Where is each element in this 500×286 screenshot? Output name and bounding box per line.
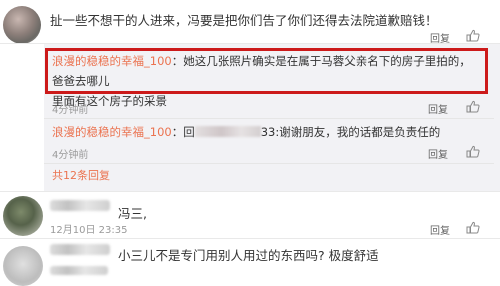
redacted-time [50, 266, 108, 275]
comment-time: 12月10日 23:35 [50, 225, 128, 236]
reply-time: 4分钟前 [52, 105, 89, 116]
reply-time: 4分钟前 [52, 150, 89, 161]
like-icon[interactable] [466, 221, 480, 234]
like-icon[interactable] [466, 145, 480, 158]
reply-button[interactable]: 回复 [430, 222, 450, 237]
redacted-username [50, 244, 110, 255]
reply-item: 浪漫的稳稳的幸福_100：回 33:谢谢朋友，我的话都是负责任的 [52, 125, 441, 139]
divider [44, 163, 494, 164]
like-icon[interactable] [466, 29, 480, 42]
comment-text: 冯三, [118, 206, 147, 221]
more-replies-link[interactable]: 共12条回复 [52, 167, 110, 183]
comment-thread: 扯一些不想干的人进来，冯要是把你们告了你们还得去法院道歉赔钱！ 回复 浪漫的稳稳… [0, 0, 500, 286]
divider [44, 118, 494, 119]
reply-username[interactable]: 浪漫的稳稳的幸福_100 [52, 125, 172, 139]
redacted-name [194, 126, 261, 137]
avatar[interactable] [3, 6, 41, 44]
comment-text: 小三儿不是专门用别人用过的东西吗? 极度舒适 [118, 248, 379, 263]
divider [0, 191, 500, 192]
avatar[interactable] [3, 196, 43, 236]
highlight-box [45, 48, 488, 94]
reply-button[interactable]: 回复 [428, 101, 448, 116]
reply-prefix: 回 [183, 125, 195, 139]
reply-text: 33:谢谢朋友，我的话都是负责任的 [260, 125, 441, 139]
comment-text: 扯一些不想干的人进来，冯要是把你们告了你们还得去法院道歉赔钱！ [50, 13, 438, 28]
redacted-username [50, 200, 110, 211]
avatar[interactable] [3, 246, 43, 286]
divider [0, 238, 500, 239]
reply-button[interactable]: 回复 [428, 146, 448, 161]
like-icon[interactable] [466, 100, 480, 113]
